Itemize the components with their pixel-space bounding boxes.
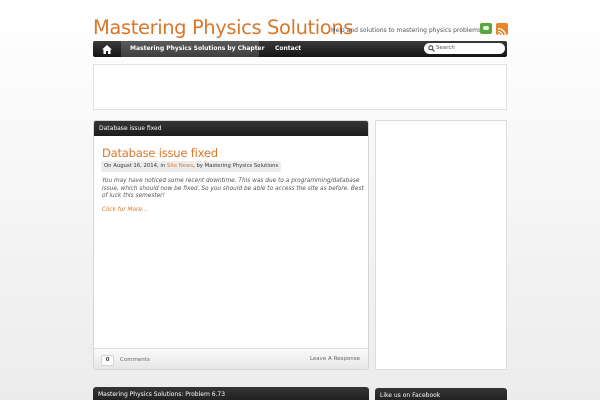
search-icon xyxy=(428,45,435,52)
next-post-header[interactable]: Mastering Physics Solutions: Problem 6.7… xyxy=(93,387,369,400)
post-footer: 0 Comments Leave A Response xyxy=(94,348,368,369)
rss-glyph xyxy=(497,27,507,35)
comments-link[interactable]: Comments xyxy=(120,357,150,363)
post-category-link[interactable]: Site News xyxy=(167,163,193,169)
post-excerpt: You may have noticed some recent downtim… xyxy=(102,178,364,200)
post-meta: On August 16, 2014, in Site News, by Mas… xyxy=(101,161,282,172)
search-placeholder: Search xyxy=(436,45,455,51)
sidebar-widget xyxy=(375,120,507,370)
post-meta-suffix: , by Mastering Physics Solutions xyxy=(193,163,279,169)
post-header-bar: Database issue fixed xyxy=(94,121,368,136)
nav-item-contact[interactable]: Contact xyxy=(275,45,301,52)
nav-item-solutions-by-chapter[interactable]: Mastering Physics Solutions by Chapter xyxy=(130,45,265,52)
ad-banner-area xyxy=(93,64,507,110)
post-card: Database issue fixed Database issue fixe… xyxy=(93,120,369,370)
nav-home-button[interactable] xyxy=(93,41,120,57)
comment-count-badge[interactable]: 0 xyxy=(101,355,114,366)
read-more-link[interactable]: Click for More... xyxy=(102,207,148,213)
main-navbar: Mastering Physics Solutions by Chapter C… xyxy=(93,41,507,57)
search-input[interactable]: Search xyxy=(424,43,505,54)
home-icon xyxy=(101,44,112,54)
rss-icon[interactable] xyxy=(496,23,508,35)
site-title[interactable]: Mastering Physics Solutions xyxy=(93,16,353,39)
leave-response-link[interactable]: Leave A Response xyxy=(310,356,360,362)
facebook-widget-header: Like us on Facebook xyxy=(375,388,507,400)
site-tagline: Help and solutions to mastering physics … xyxy=(331,27,483,34)
chat-icon[interactable] xyxy=(480,23,492,34)
post-meta-prefix: On August 16, 2014, in xyxy=(104,163,167,169)
post-title[interactable]: Database issue fixed xyxy=(102,146,218,160)
